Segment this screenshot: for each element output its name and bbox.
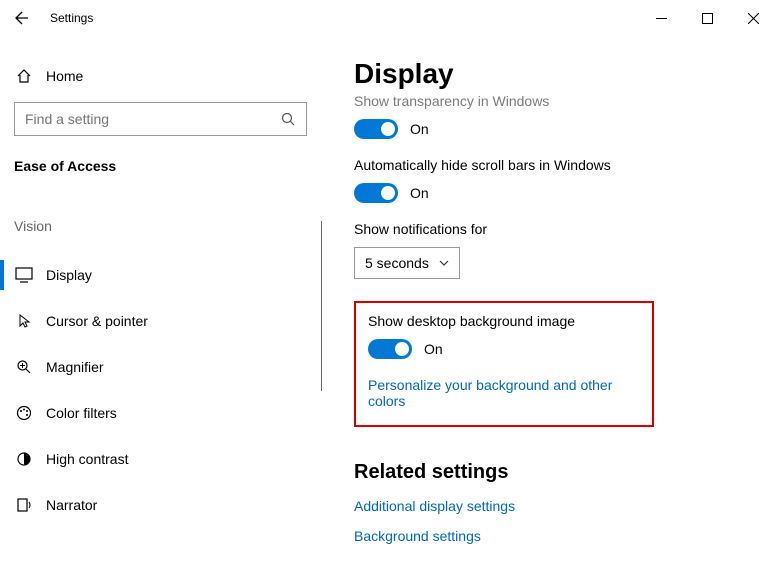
additional-display-link[interactable]: Additional display settings [354, 498, 756, 514]
nav-cursor-pointer[interactable]: Cursor & pointer [0, 298, 321, 344]
chevron-down-icon [439, 260, 449, 266]
title-bar: Settings [0, 0, 776, 36]
maximize-button[interactable] [684, 2, 730, 34]
transparency-toggle[interactable] [354, 119, 398, 139]
main-pane: Display Show transparency in Windows On … [322, 36, 776, 566]
home-nav[interactable]: Home [0, 58, 321, 94]
personalize-link[interactable]: Personalize your background and other co… [368, 377, 640, 409]
nav-label: Color filters [46, 405, 117, 421]
autohide-label: Automatically hide scroll bars in Window… [354, 157, 756, 173]
back-button[interactable] [0, 0, 44, 36]
cursor-icon [14, 313, 34, 329]
notifications-dropdown[interactable]: 5 seconds [354, 247, 460, 279]
background-state: On [424, 341, 443, 357]
palette-icon [14, 405, 34, 421]
nav-label: Cursor & pointer [46, 313, 148, 329]
autohide-toggle-row: On [354, 183, 756, 203]
notifications-value: 5 seconds [365, 255, 429, 271]
transparency-toggle-row: On [354, 119, 756, 139]
home-label: Home [46, 68, 83, 84]
nav-high-contrast[interactable]: High contrast [0, 436, 321, 482]
nav-magnifier[interactable]: Magnifier [0, 344, 321, 390]
content-area: Home Ease of Access Vision Display Curso… [0, 36, 776, 566]
notifications-label: Show notifications for [354, 221, 756, 237]
background-toggle[interactable] [368, 339, 412, 359]
arrow-left-icon [14, 10, 30, 26]
transparency-state: On [410, 121, 429, 137]
transparency-label-cutoff: Show transparency in Windows [354, 93, 756, 109]
nav-label: High contrast [46, 451, 128, 467]
search-icon [281, 112, 296, 127]
autohide-toggle[interactable] [354, 183, 398, 203]
background-image-label: Show desktop background image [368, 313, 640, 329]
close-icon [748, 13, 759, 24]
nav-display[interactable]: Display [0, 252, 321, 298]
narrator-icon [14, 497, 34, 513]
search-box[interactable] [14, 102, 307, 136]
highlighted-setting-box: Show desktop background image On Persona… [354, 301, 654, 427]
nav-label: Display [46, 267, 92, 283]
magnifier-icon [14, 359, 34, 375]
settings-group-title: Ease of Access [14, 158, 321, 174]
autohide-state: On [410, 185, 429, 201]
window-controls [638, 2, 776, 34]
nav-color-filters[interactable]: Color filters [0, 390, 321, 436]
related-settings-heading: Related settings [354, 461, 756, 484]
background-settings-link[interactable]: Background settings [354, 528, 756, 544]
page-title: Display [354, 58, 756, 90]
maximize-icon [702, 13, 713, 24]
minimize-button[interactable] [638, 2, 684, 34]
home-icon [14, 68, 34, 84]
nav-label: Narrator [46, 497, 97, 513]
nav-label: Magnifier [46, 359, 104, 375]
section-vision: Vision [14, 218, 321, 234]
nav-narrator[interactable]: Narrator [0, 482, 321, 528]
close-button[interactable] [730, 2, 776, 34]
monitor-icon [14, 267, 34, 283]
nav-list: Display Cursor & pointer Magnifier Color… [0, 252, 321, 528]
search-input[interactable] [25, 111, 265, 127]
minimize-icon [656, 13, 667, 24]
window-title: Settings [50, 11, 93, 25]
sidebar: Home Ease of Access Vision Display Curso… [0, 36, 322, 566]
background-toggle-row: On [368, 339, 640, 359]
contrast-icon [14, 451, 34, 467]
